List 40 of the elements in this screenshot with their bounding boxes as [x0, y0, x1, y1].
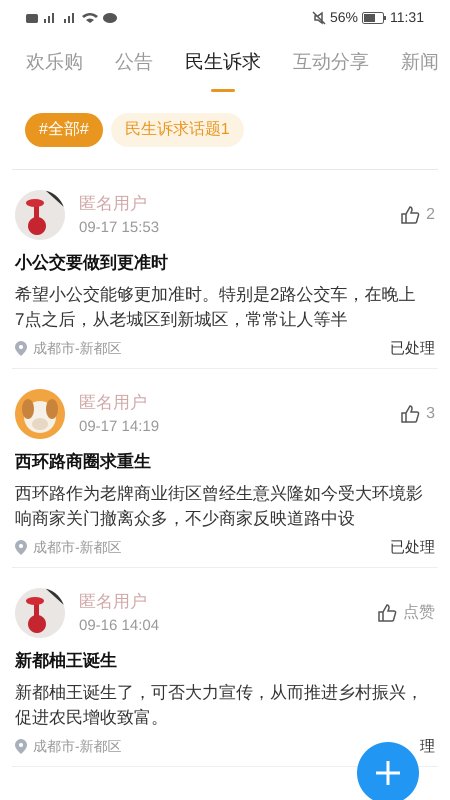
post-body: 西环路作为老牌商业街区曾经生意兴隆如今受大环境影响商家关门撤离众多，不少商家反映道路中设	[15, 482, 423, 530]
post-body: 新都柚王诞生了，可否大力宣传，从而推进乡村振兴，促进农民增收致富。	[15, 682, 423, 728]
topic-chip[interactable]: #全部#	[25, 113, 103, 147]
add-button[interactable]	[357, 742, 419, 800]
post-location: 成都市-新都区	[33, 737, 122, 756]
thumbs-up-icon	[400, 404, 420, 424]
like-button[interactable]: 点赞	[377, 601, 435, 625]
user-name: 匿名用户	[79, 193, 148, 215]
post-status: 已处理	[390, 338, 435, 358]
post-body: 希望小公交能够更加准时。特别是2路公交车，在晚上7点之后，从老城区到新城区，常常让人等半	[15, 284, 416, 330]
user-name: 匿名用户	[79, 392, 148, 414]
post-location: 成都市-新都区	[33, 339, 122, 358]
tab[interactable]: 新闻	[401, 51, 439, 92]
like-button[interactable]: 3	[400, 402, 435, 426]
post-time: 09-17 14:19	[79, 416, 160, 436]
location-pin-icon	[15, 341, 27, 356]
plus-icon	[375, 760, 401, 786]
post-time: 09-16 14:04	[79, 616, 160, 636]
post-time: 09-17 15:53	[79, 218, 160, 238]
location-pin-icon	[15, 540, 27, 556]
topic-chip[interactable]: 民生诉求话题1	[110, 113, 244, 147]
post-status: 理	[420, 736, 435, 756]
user-name: 匿名用户	[79, 591, 148, 613]
thumbs-up-icon	[400, 205, 420, 225]
tab[interactable]: 民生诉求	[185, 51, 261, 92]
post-title: 新都柚王诞生	[15, 650, 118, 672]
location-pin-icon	[15, 739, 27, 754]
battery-icon	[362, 12, 386, 24]
clock-time: 11:31	[390, 8, 424, 27]
battery-percent: 56%	[330, 8, 358, 27]
tab[interactable]: 互动分享	[293, 51, 369, 92]
tab[interactable]: 欢乐购	[26, 51, 83, 92]
post-title: 西环路商圈求重生	[15, 451, 152, 473]
thumbs-up-icon	[377, 603, 397, 623]
post-title: 小公交要做到更准时	[15, 252, 169, 274]
tab[interactable]: 公告	[115, 51, 153, 92]
mute-icon	[312, 10, 326, 24]
like-button[interactable]: 2	[400, 203, 435, 227]
post-status: 已处理	[390, 538, 435, 558]
post-location: 成都市-新都区	[33, 538, 122, 558]
